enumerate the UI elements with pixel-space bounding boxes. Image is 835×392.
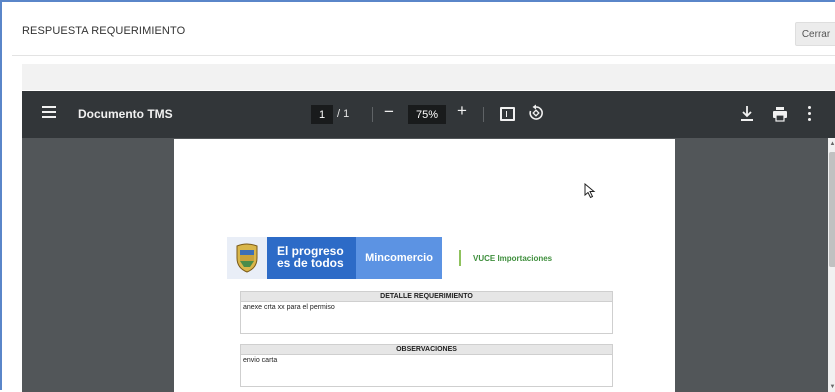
banner-slogan: El progreso es de todos <box>267 237 356 279</box>
vuce-label: VUCE Importaciones <box>473 254 553 263</box>
pdf-viewer: Documento TMS 1 / 1 − 75% + El progreso … <box>22 91 835 392</box>
toolbar-divider <box>483 107 484 122</box>
section-header-detalle: DETALLE REQUERIMIENTO <box>240 291 613 302</box>
more-options-icon[interactable] <box>808 106 812 122</box>
section-content-observaciones: envio carta <box>240 355 613 387</box>
document-title: Documento TMS <box>78 107 173 121</box>
dialog-title: RESPUESTA REQUERIMIENTO <box>22 25 186 37</box>
mouse-cursor-icon <box>584 183 596 199</box>
close-button[interactable]: Cerrar <box>795 22 835 46</box>
zoom-in-button[interactable]: + <box>457 101 467 121</box>
page-count: / 1 <box>337 108 349 120</box>
zoom-input[interactable]: 75% <box>408 105 446 124</box>
pdf-toolbar: Documento TMS 1 / 1 − 75% + <box>22 91 835 138</box>
section-content-detalle: anexe crta xx para el permiso <box>240 302 613 334</box>
section-header-observaciones: OBSERVACIONES <box>240 344 613 355</box>
toolbar-divider <box>372 107 373 122</box>
menu-icon[interactable] <box>42 106 58 122</box>
content-spacer <box>22 64 835 90</box>
rotate-icon[interactable] <box>527 104 545 122</box>
page-separator: / <box>337 108 341 120</box>
scroll-thumb[interactable] <box>829 152 835 267</box>
vertical-scrollbar[interactable]: ▲ ▼ <box>828 138 835 392</box>
vuce-divider <box>459 250 461 266</box>
banner-brand: Mincomercio <box>356 237 442 279</box>
pdf-page: El progreso es de todos Mincomercio VUCE… <box>174 139 675 392</box>
scroll-down-icon[interactable]: ▼ <box>828 384 835 390</box>
gov-banner: El progreso es de todos Mincomercio <box>227 237 442 279</box>
modal-frame: RESPUESTA REQUERIMIENTO Cerrar Documento… <box>0 0 835 392</box>
dialog-header: RESPUESTA REQUERIMIENTO Cerrar <box>12 12 835 56</box>
download-icon[interactable] <box>740 105 754 123</box>
fit-page-icon[interactable] <box>500 107 515 121</box>
coat-of-arms-icon <box>227 237 267 279</box>
zoom-out-button[interactable]: − <box>384 102 394 122</box>
scroll-up-icon[interactable]: ▲ <box>828 141 835 147</box>
total-pages: 1 <box>343 108 350 120</box>
banner-line-2: es de todos <box>277 256 344 270</box>
current-page-input[interactable]: 1 <box>311 105 333 124</box>
print-icon[interactable] <box>772 106 788 122</box>
